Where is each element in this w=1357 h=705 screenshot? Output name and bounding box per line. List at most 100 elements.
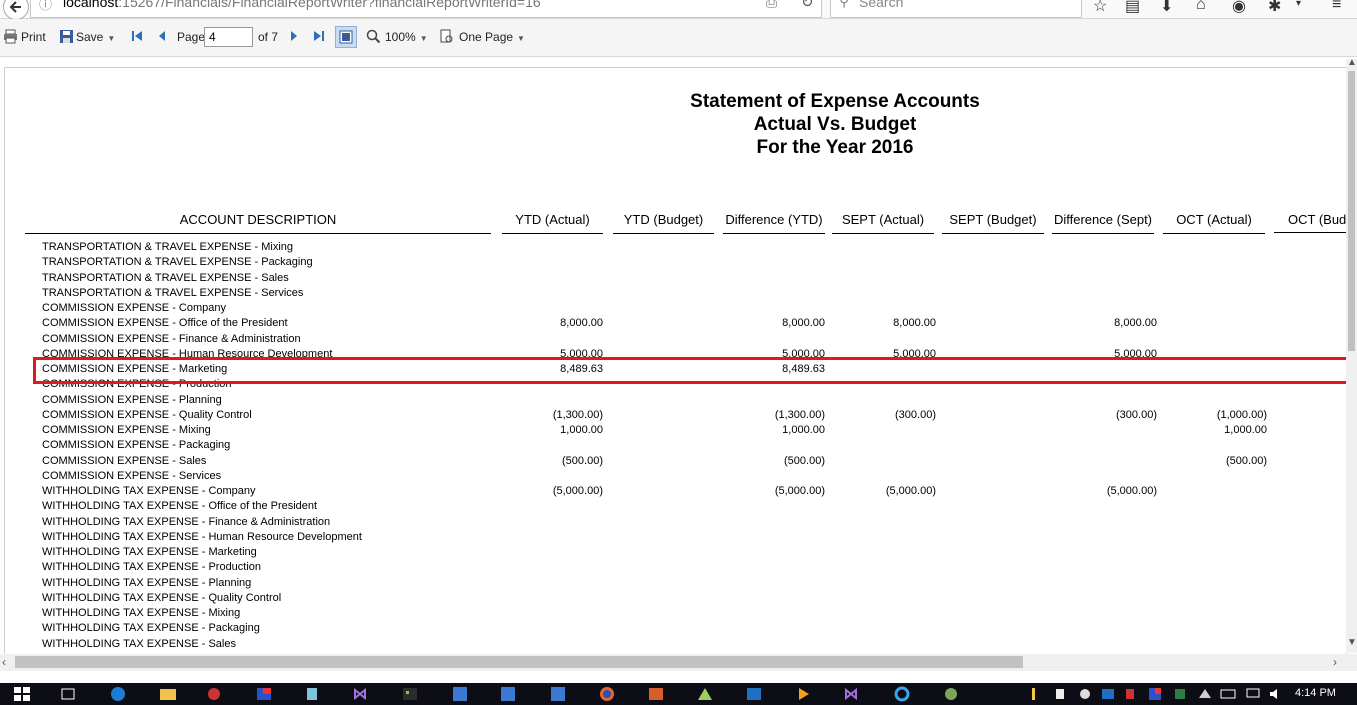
save-button[interactable]: Save ▼ bbox=[76, 30, 115, 44]
download-icon[interactable]: ⬇ bbox=[1160, 0, 1173, 16]
table-row: WITHHOLDING TAX EXPENSE - Marketing bbox=[5, 545, 1346, 560]
difference-ytd-value: (500.00) bbox=[784, 454, 825, 467]
sql-server-icon-3[interactable] bbox=[548, 686, 568, 702]
page-count: of 7 bbox=[258, 30, 279, 44]
account-description: TRANSPORTATION & TRAVEL EXPENSE - Mixing bbox=[42, 241, 294, 253]
account-description: WITHHOLDING TAX EXPENSE - Human Resource… bbox=[42, 530, 362, 543]
column-header-ytd-actual: YTD (Actual) bbox=[502, 212, 603, 234]
printer-icon[interactable] bbox=[3, 29, 18, 44]
menu-icon[interactable]: ≡ bbox=[1332, 0, 1341, 14]
star-icon[interactable]: ☆ bbox=[1093, 0, 1107, 16]
save-dropdown-icon: ▼ bbox=[107, 34, 116, 43]
search-field[interactable]: ⚲ Search bbox=[830, 0, 1082, 18]
print-button[interactable]: Print bbox=[21, 30, 46, 44]
visual-studio-icon-2[interactable] bbox=[843, 686, 863, 702]
outlook-icon[interactable] bbox=[744, 686, 764, 702]
internet-explorer-icon[interactable] bbox=[892, 686, 912, 702]
keyboard-icon[interactable] bbox=[1218, 686, 1238, 702]
difference-sept-value: (300.00) bbox=[1116, 408, 1157, 421]
scroll-left-icon[interactable]: ‹ bbox=[2, 655, 6, 669]
tray-icon-1[interactable] bbox=[1028, 686, 1048, 702]
volume-icon[interactable] bbox=[1266, 686, 1286, 702]
account-description: TRANSPORTATION & TRAVEL EXPENSE - Servic… bbox=[42, 286, 304, 299]
zoom-value: 100% bbox=[385, 30, 416, 44]
difference-ytd-value: 1,000.00 bbox=[782, 424, 825, 436]
pocket-icon[interactable]: ◉ bbox=[1232, 0, 1246, 16]
page-layout-icon[interactable] bbox=[440, 29, 454, 44]
account-description: COMMISSION EXPENSE - Quality Control bbox=[42, 408, 252, 421]
reader-view-icon[interactable]: ⎙ bbox=[766, 0, 777, 11]
task-view-icon[interactable] bbox=[58, 686, 78, 702]
taskbar-clock[interactable]: 4:14 PM bbox=[1295, 687, 1336, 699]
app-icon-5[interactable] bbox=[646, 686, 666, 702]
back-button[interactable] bbox=[3, 0, 29, 20]
difference-sept-value: (5,000.00) bbox=[1106, 485, 1157, 497]
oct-actual-value: (1,000.00) bbox=[1216, 408, 1267, 421]
column-header-ytd-budget: YTD (Budget) bbox=[613, 212, 714, 234]
table-row: COMMISSION EXPENSE - Sales (500.00) (500.0… bbox=[5, 454, 1346, 469]
zoom-dropdown[interactable]: 100% ▼ bbox=[385, 30, 428, 44]
media-player-icon[interactable] bbox=[794, 686, 814, 702]
tray-icon-2[interactable] bbox=[1050, 686, 1070, 702]
single-page-view-button[interactable] bbox=[335, 26, 357, 48]
firefox-icon[interactable] bbox=[597, 686, 617, 702]
table-row: WITHHOLDING TAX EXPENSE - Company (5,000.… bbox=[5, 484, 1346, 499]
home-icon[interactable]: ⌂ bbox=[1196, 0, 1206, 14]
url-bar[interactable]: ⓘ localhost:15267/Financials/FinancialRe… bbox=[30, 0, 822, 18]
app-icon-4[interactable] bbox=[400, 686, 420, 702]
last-page-icon[interactable] bbox=[313, 29, 325, 43]
first-page-icon[interactable] bbox=[131, 29, 143, 43]
search-placeholder: Search bbox=[859, 0, 904, 10]
tray-icon-4[interactable] bbox=[1120, 686, 1140, 702]
back-arrow-icon bbox=[9, 1, 21, 13]
tray-icon-3[interactable] bbox=[1075, 686, 1095, 702]
sql-server-icon-1[interactable] bbox=[450, 686, 470, 702]
horizontal-scrollbar[interactable]: ‹ › bbox=[0, 654, 1357, 671]
report-page: Statement of Expense Accounts Actual Vs.… bbox=[4, 67, 1347, 655]
table-row: WITHHOLDING TAX EXPENSE - Packaging bbox=[5, 621, 1346, 636]
sept-actual-value: (300.00) bbox=[895, 408, 936, 421]
scroll-right-icon[interactable]: › bbox=[1333, 655, 1337, 669]
app-icon-2[interactable] bbox=[254, 686, 274, 702]
account-description: COMMISSION EXPENSE - Company bbox=[42, 302, 226, 314]
windows-start-icon[interactable] bbox=[12, 686, 32, 702]
tray-icon-5[interactable] bbox=[1145, 686, 1165, 702]
edge-browser-icon[interactable] bbox=[108, 686, 128, 702]
horizontal-scroll-thumb[interactable] bbox=[15, 656, 1023, 668]
extension-icon[interactable]: ✱ bbox=[1268, 0, 1281, 16]
scroll-down-icon[interactable]: ▼ bbox=[1347, 637, 1357, 648]
next-page-icon[interactable] bbox=[289, 29, 299, 43]
table-row: WITHHOLDING TAX EXPENSE - Finance & Admi… bbox=[5, 515, 1346, 530]
difference-ytd-value: (5,000.00) bbox=[774, 485, 825, 497]
network-icon[interactable] bbox=[1243, 686, 1263, 702]
zoom-icon[interactable] bbox=[366, 29, 381, 44]
scroll-up-icon[interactable]: ▲ bbox=[1347, 57, 1357, 68]
page-number-input[interactable] bbox=[204, 27, 253, 47]
highlight-box bbox=[33, 357, 1346, 384]
previous-page-icon[interactable] bbox=[157, 29, 167, 43]
tray-icon-6[interactable] bbox=[1170, 686, 1190, 702]
file-explorer-icon[interactable] bbox=[158, 686, 178, 702]
report-title-line-3: For the Year 2016 bbox=[756, 137, 914, 158]
report-title: Statement of Expense Accounts Actual Vs.… bbox=[585, 90, 1085, 159]
extension-dropdown-icon[interactable]: ▾ bbox=[1296, 0, 1301, 9]
reading-list-icon[interactable]: ▤ bbox=[1125, 0, 1140, 16]
table-row: COMMISSION EXPENSE - Services bbox=[5, 469, 1346, 484]
app-icon-6[interactable] bbox=[695, 686, 715, 702]
column-header-difference-sept: Difference (Sept) bbox=[1052, 212, 1154, 234]
app-icon-1[interactable] bbox=[204, 686, 224, 702]
oct-actual-value: 1,000.00 bbox=[1224, 424, 1267, 436]
save-disk-icon[interactable] bbox=[59, 29, 74, 44]
view-mode-dropdown[interactable]: One Page ▼ bbox=[459, 30, 525, 44]
tray-outlook-icon[interactable] bbox=[1098, 686, 1118, 702]
reload-icon[interactable]: ↻ bbox=[801, 0, 814, 11]
sql-server-icon-2[interactable] bbox=[498, 686, 518, 702]
url-text[interactable]: localhost:15267/Financials/FinancialRepo… bbox=[63, 0, 541, 10]
tray-icon-7[interactable] bbox=[1195, 686, 1215, 702]
info-icon[interactable]: ⓘ bbox=[39, 0, 52, 13]
visual-studio-icon[interactable] bbox=[352, 686, 372, 702]
app-icon-3[interactable] bbox=[302, 686, 322, 702]
vertical-scroll-thumb[interactable] bbox=[1348, 71, 1355, 351]
app-icon-7[interactable] bbox=[941, 686, 961, 702]
vertical-scrollbar[interactable]: ▲ ▼ bbox=[1346, 57, 1357, 653]
